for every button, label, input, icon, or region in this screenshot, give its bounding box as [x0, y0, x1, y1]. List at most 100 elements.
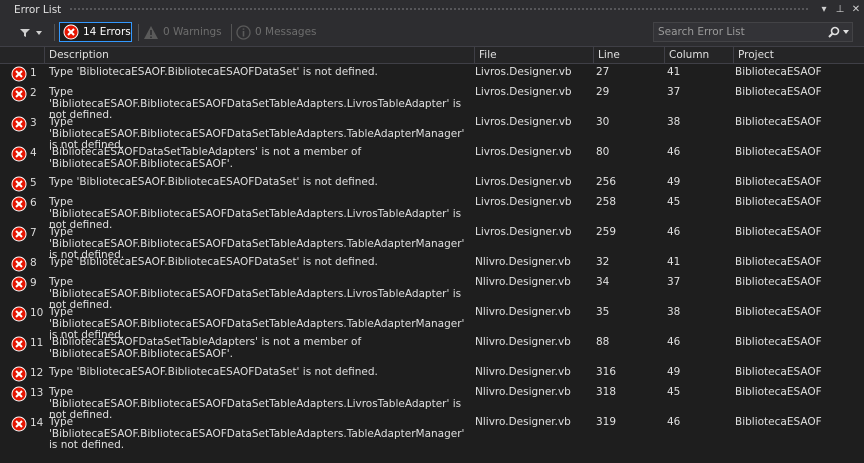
- error-column: 46: [667, 146, 681, 158]
- error-list-toolbar: 14 Errors 0 Warnings 0 Messages: [0, 19, 864, 47]
- titlebar-grip[interactable]: [69, 7, 808, 12]
- table-row[interactable]: 4 'BibliotecaESAOFDataSetTableAdapters' i…: [0, 145, 864, 175]
- error-line: 80: [596, 146, 610, 158]
- error-icon: [63, 24, 79, 40]
- error-file: Livros.Designer.vb: [475, 86, 572, 98]
- error-column: 46: [667, 416, 681, 428]
- error-description: 'BibliotecaESAOFDataSetTableAdapters' is…: [49, 336, 362, 360]
- error-project: BibliotecaESAOF: [735, 306, 822, 318]
- column-header-column[interactable]: Column: [664, 47, 733, 63]
- chevron-down-icon: [842, 30, 849, 34]
- error-number: 7: [30, 227, 37, 239]
- search-icon: [827, 26, 839, 38]
- error-number: 4: [30, 147, 37, 159]
- error-project: BibliotecaESAOF: [735, 116, 822, 128]
- search-input[interactable]: [654, 25, 824, 39]
- warning-icon: [144, 25, 158, 39]
- error-project: BibliotecaESAOF: [735, 146, 822, 158]
- error-column: 37: [667, 86, 681, 98]
- error-file: Livros.Designer.vb: [475, 196, 572, 208]
- search-options-button[interactable]: [824, 26, 852, 38]
- error-project: BibliotecaESAOF: [735, 256, 822, 268]
- toolbar-separator: [138, 24, 139, 41]
- error-number: 10: [30, 307, 44, 319]
- table-row[interactable]: 8 Type 'BibliotecaESAOF.BibliotecaESAOFDa…: [0, 255, 864, 275]
- error-number: 14: [30, 417, 44, 429]
- error-number: 8: [30, 257, 37, 269]
- error-project: BibliotecaESAOF: [735, 86, 822, 98]
- error-icon: [11, 256, 27, 272]
- column-header-icon: [0, 47, 10, 63]
- panel-title: Error List: [14, 3, 62, 16]
- error-file: Livros.Designer.vb: [475, 176, 572, 188]
- column-header-file[interactable]: File: [474, 47, 593, 63]
- table-row[interactable]: 3 Type 'BibliotecaESAOF.BibliotecaESAOFDa…: [0, 115, 864, 151]
- error-description: Type 'BibliotecaESAOF.BibliotecaESAOFDat…: [49, 416, 465, 451]
- table-row[interactable]: 12 Type 'BibliotecaESAOF.BibliotecaESAOFD…: [0, 365, 864, 385]
- error-project: BibliotecaESAOF: [735, 366, 822, 378]
- error-number: 1: [30, 67, 37, 79]
- error-project: BibliotecaESAOF: [735, 386, 822, 398]
- error-icon: [11, 116, 27, 132]
- warnings-filter-button[interactable]: 0 Warnings: [143, 22, 222, 42]
- table-row[interactable]: 13 Type 'BibliotecaESAOF.BibliotecaESAOFD…: [0, 385, 864, 421]
- column-header-project[interactable]: Project: [733, 47, 864, 63]
- error-line: 32: [596, 256, 610, 268]
- error-description: Type 'BibliotecaESAOF.BibliotecaESAOFDat…: [49, 176, 378, 188]
- error-line: 318: [596, 386, 617, 398]
- filter-dropdown-button[interactable]: [20, 25, 50, 41]
- error-file: Nlivro.Designer.vb: [475, 386, 571, 398]
- filter-icon: [20, 29, 30, 37]
- search-box: [653, 22, 853, 42]
- toolbar-separator: [54, 24, 55, 41]
- table-row[interactable]: 7 Type 'BibliotecaESAOF.BibliotecaESAOFDa…: [0, 225, 864, 261]
- error-file: Livros.Designer.vb: [475, 66, 572, 78]
- window-position-dropdown-icon[interactable]: ▾: [816, 4, 832, 15]
- messages-filter-button[interactable]: 0 Messages: [236, 22, 317, 42]
- panel-titlebar: Error List ▾ ⊥ ✕: [0, 0, 864, 19]
- error-project: BibliotecaESAOF: [735, 226, 822, 238]
- error-column: 41: [667, 256, 681, 268]
- errors-filter-button[interactable]: 14 Errors: [59, 22, 132, 42]
- error-number: 5: [30, 177, 37, 189]
- table-row[interactable]: 2 Type 'BibliotecaESAOF.BibliotecaESAOFDa…: [0, 85, 864, 121]
- error-description: 'BibliotecaESAOFDataSetTableAdapters' is…: [49, 146, 362, 170]
- table-row[interactable]: 10 Type 'BibliotecaESAOF.BibliotecaESAOFD…: [0, 305, 864, 341]
- column-header-line[interactable]: Line: [593, 47, 664, 63]
- table-row[interactable]: 11 'BibliotecaESAOFDataSetTableAdapters' …: [0, 335, 864, 365]
- messages-count-label: 0 Messages: [255, 26, 317, 38]
- error-file: Livros.Designer.vb: [475, 146, 572, 158]
- error-icon: [11, 366, 27, 382]
- error-icon: [11, 196, 27, 212]
- error-project: BibliotecaESAOF: [735, 176, 822, 188]
- error-file: Livros.Designer.vb: [475, 226, 572, 238]
- error-line: 316: [596, 366, 617, 378]
- error-file: Nlivro.Designer.vb: [475, 366, 571, 378]
- column-header-description[interactable]: Description: [44, 47, 474, 63]
- table-row[interactable]: 6 Type 'BibliotecaESAOF.BibliotecaESAOFDa…: [0, 195, 864, 231]
- error-icon: [11, 66, 27, 82]
- error-column: 49: [667, 176, 681, 188]
- table-row[interactable]: 14 Type 'BibliotecaESAOF.BibliotecaESAOFD…: [0, 415, 864, 451]
- error-line: 259: [596, 226, 617, 238]
- error-column: 37: [667, 276, 681, 288]
- error-number: 9: [30, 277, 37, 289]
- error-line: 256: [596, 176, 617, 188]
- error-icon: [11, 336, 27, 352]
- error-number: 6: [30, 197, 37, 209]
- error-line: 88: [596, 336, 610, 348]
- close-icon[interactable]: ✕: [848, 4, 864, 15]
- table-row[interactable]: 5 Type 'BibliotecaESAOF.BibliotecaESAOFDa…: [0, 175, 864, 195]
- error-icon: [11, 226, 27, 242]
- pin-icon[interactable]: ⊥: [832, 4, 848, 15]
- error-column: 45: [667, 196, 681, 208]
- table-row[interactable]: 1 Type 'BibliotecaESAOF.BibliotecaESAOFDa…: [0, 65, 864, 85]
- column-header-row: Description File Line Column Project: [0, 47, 864, 64]
- table-row[interactable]: 9 Type 'BibliotecaESAOF.BibliotecaESAOFDa…: [0, 275, 864, 311]
- error-line: 30: [596, 116, 610, 128]
- error-project: BibliotecaESAOF: [735, 416, 822, 428]
- error-column: 49: [667, 366, 681, 378]
- error-icon: [11, 386, 27, 402]
- error-line: 258: [596, 196, 617, 208]
- error-column: 38: [667, 306, 681, 318]
